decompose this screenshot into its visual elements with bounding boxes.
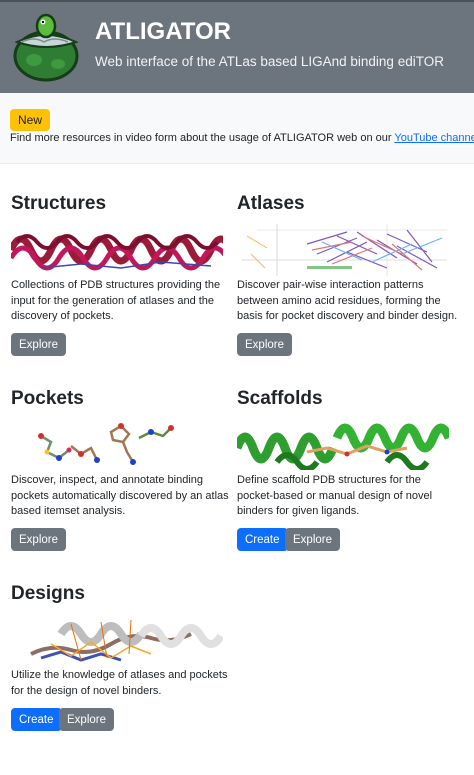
pockets-title: Pockets (11, 388, 84, 409)
pockets-image (11, 418, 223, 470)
pockets-explore-button[interactable]: Explore (11, 528, 66, 551)
scaffolds-explore-button[interactable]: Explore (285, 528, 340, 551)
designs-title: Designs (11, 583, 85, 604)
designs-explore-button[interactable]: Explore (59, 708, 114, 731)
notice-text: Find more resources in video form about … (10, 132, 474, 144)
scaffolds-create-button[interactable]: Create (237, 528, 288, 551)
scaffolds-description: Define scaffold PDB structures for the p… (237, 474, 433, 517)
structures-title: Structures (11, 193, 107, 214)
designs-description: Utilize the knowledge of atlases and poc… (11, 669, 228, 697)
new-badge: New (10, 109, 51, 131)
notice-banner (0, 93, 474, 164)
designs-create-button[interactable]: Create (11, 708, 62, 731)
pockets-description: Discover, inspect, and annotate binding … (11, 474, 229, 517)
designs-image (11, 614, 223, 666)
structures-explore-button[interactable]: Explore (11, 333, 66, 356)
scaffolds-title: Scaffolds (237, 388, 323, 409)
alligator-logo-icon (13, 13, 79, 82)
atlases-explore-button[interactable]: Explore (237, 333, 292, 356)
structures-image (11, 224, 223, 276)
app-title: ATLIGATOR (95, 18, 231, 45)
structures-description: Collections of PDB structures providing … (11, 279, 221, 322)
atlases-image (237, 224, 449, 276)
scaffolds-image (237, 418, 449, 470)
youtube-link[interactable]: YouTube channel! (394, 132, 474, 144)
app-header: ATLIGATOR Web interface of the ATLas bas… (0, 0, 474, 93)
atlases-description: Discover pair-wise interaction patterns … (237, 279, 458, 322)
notice-message: Find more resources in video form about … (10, 132, 395, 144)
atlases-title: Atlases (237, 193, 305, 214)
app-subtitle: Web interface of the ATLas based LIGAnd … (95, 54, 444, 69)
